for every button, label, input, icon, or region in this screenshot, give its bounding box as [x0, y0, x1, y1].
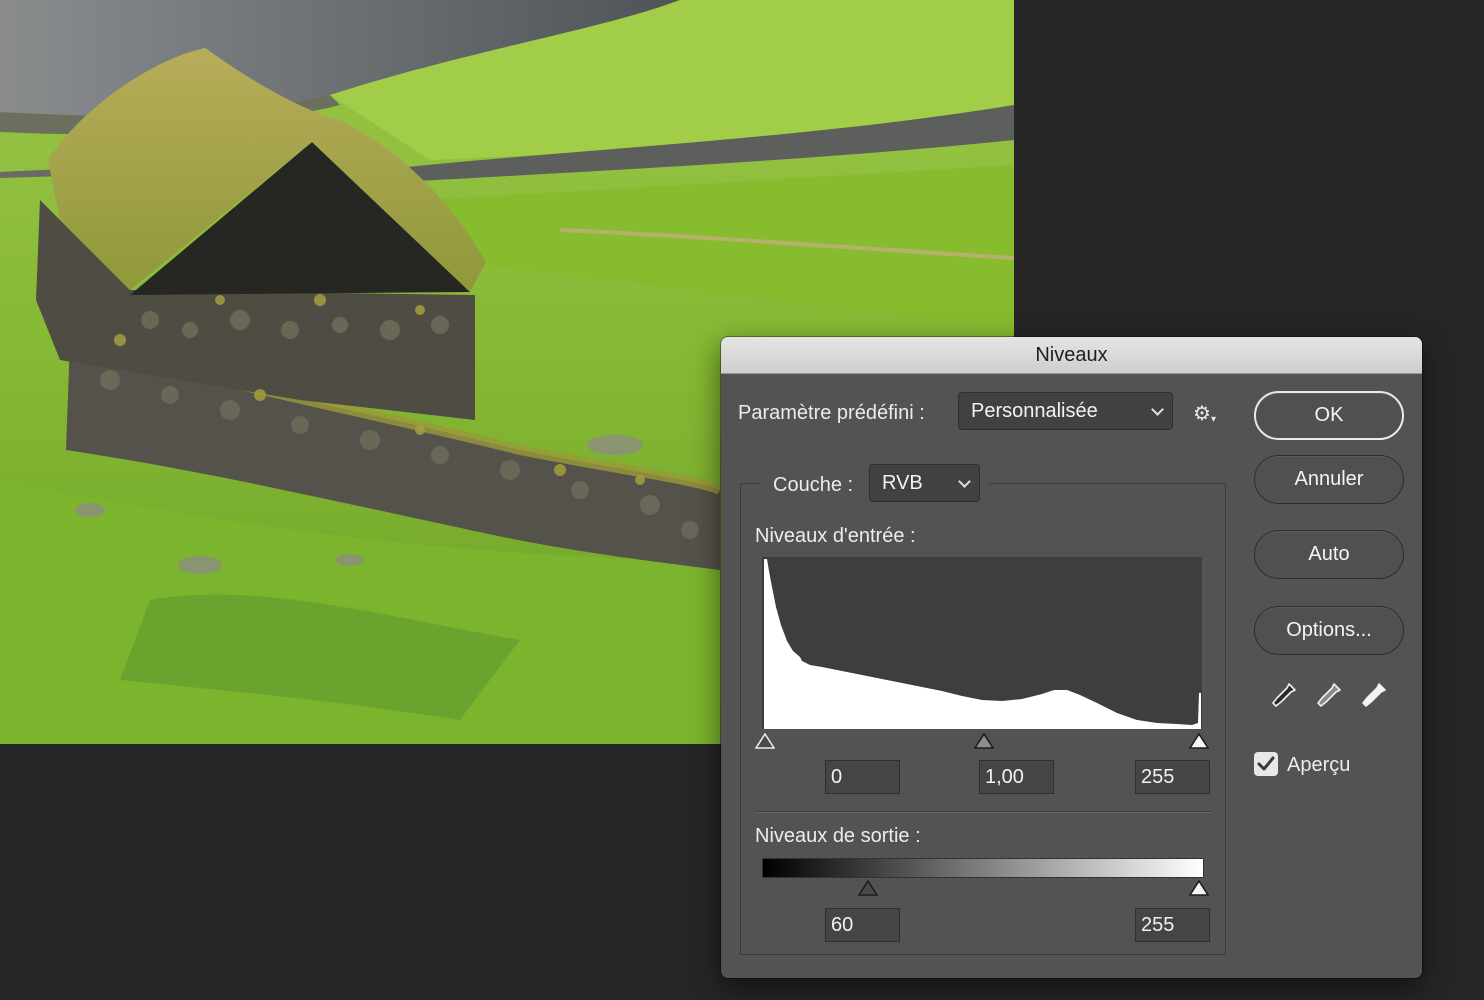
white-eyedropper-icon[interactable]: [1359, 680, 1389, 710]
black-eyedropper-icon[interactable]: [1269, 680, 1299, 710]
cancel-button[interactable]: Annuler: [1254, 455, 1404, 504]
levels-dialog: Niveaux Paramètre prédéfini : Personnali…: [721, 337, 1422, 978]
input-gamma-field[interactable]: 1,00: [979, 760, 1054, 794]
output-black-slider[interactable]: [858, 880, 878, 897]
ok-button[interactable]: OK: [1254, 391, 1404, 440]
channel-dropdown[interactable]: RVB: [869, 464, 980, 502]
output-white-field[interactable]: 255: [1135, 908, 1210, 942]
output-gradient-bar: [762, 858, 1204, 878]
preview-checkbox[interactable]: [1254, 752, 1278, 776]
options-button[interactable]: Options...: [1254, 606, 1404, 655]
gear-icon[interactable]: ⚙▾: [1193, 401, 1216, 426]
input-levels-label: Niveaux d'entrée :: [755, 525, 916, 547]
input-white-field[interactable]: 255: [1135, 760, 1210, 794]
channel-label: Couche :: [773, 474, 854, 496]
input-white-slider[interactable]: [1189, 733, 1209, 750]
histogram: [762, 557, 1202, 729]
input-black-slider[interactable]: [755, 733, 775, 750]
preset-value: Personnalisée: [971, 400, 1098, 422]
divider: [754, 811, 1212, 813]
preview-label[interactable]: Aperçu: [1287, 754, 1350, 777]
input-gamma-slider[interactable]: [974, 733, 994, 750]
preset-dropdown[interactable]: Personnalisée: [958, 392, 1173, 430]
checkmark-icon: [1257, 756, 1275, 771]
chevron-down-icon: [1151, 403, 1164, 416]
preset-label: Paramètre prédéfini :: [738, 402, 925, 424]
channel-value: RVB: [882, 472, 923, 494]
input-black-field[interactable]: 0: [825, 760, 900, 794]
output-black-field[interactable]: 60: [825, 908, 900, 942]
auto-button[interactable]: Auto: [1254, 530, 1404, 579]
output-white-slider[interactable]: [1189, 880, 1209, 897]
gray-eyedropper-icon[interactable]: [1314, 680, 1344, 710]
output-levels-label: Niveaux de sortie :: [755, 825, 921, 847]
dialog-title[interactable]: Niveaux: [721, 337, 1422, 374]
chevron-down-icon: [958, 475, 971, 488]
